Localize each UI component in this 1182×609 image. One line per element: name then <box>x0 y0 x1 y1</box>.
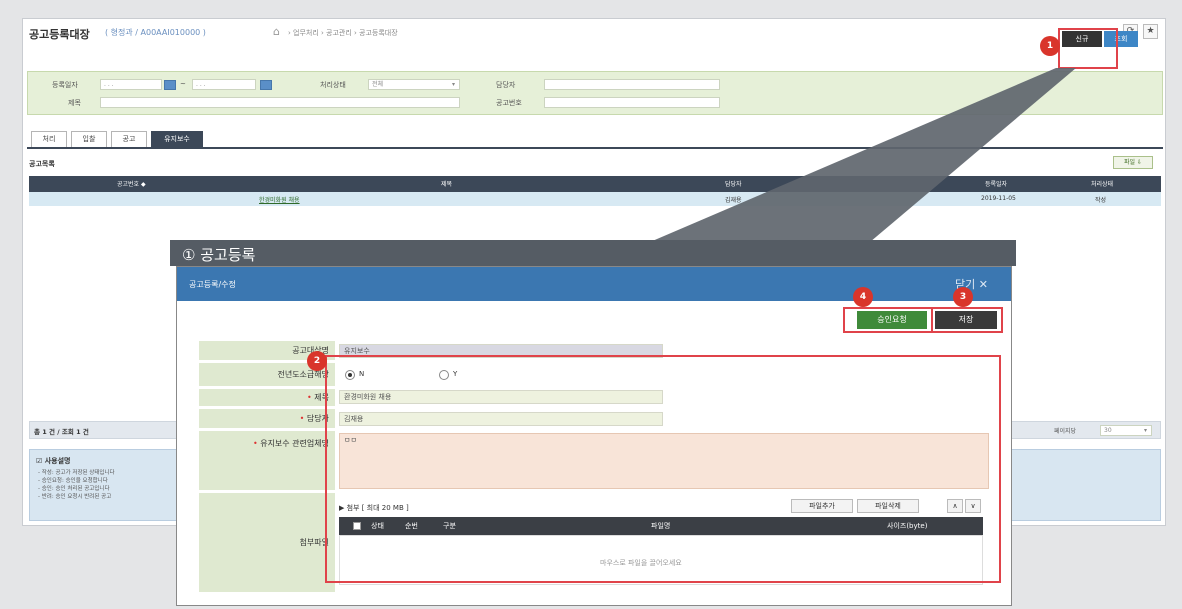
callout-title: ① 공고등록 <box>182 246 256 264</box>
step-badge-3: 3 <box>953 287 973 307</box>
step-badge-4: 4 <box>853 287 873 307</box>
highlight-approve <box>843 307 933 333</box>
manager-field-label: • 담당자 <box>199 409 335 429</box>
step-badge-2: 2 <box>307 351 327 371</box>
callout-header <box>170 240 1016 266</box>
attach-label: 첨부파일 <box>199 493 335 593</box>
notice-edit-dialog: 공고등록/수정 닫기 ✕ 승인요청 저장 4 3 공고대상명 유지보수 전년도소… <box>176 266 1012 606</box>
content-label-text: 유지보수 관련업체명 <box>260 439 329 448</box>
title-field-label: • 제목 <box>199 389 335 407</box>
highlight-save <box>931 307 1003 333</box>
dialog-header: 공고등록/수정 닫기 ✕ <box>177 267 1011 301</box>
highlight-form <box>325 355 1001 583</box>
dialog-title: 공고등록/수정 <box>189 280 236 289</box>
content-label: • 유지보수 관련업체명 <box>199 431 335 491</box>
required-mark: • <box>299 414 307 423</box>
